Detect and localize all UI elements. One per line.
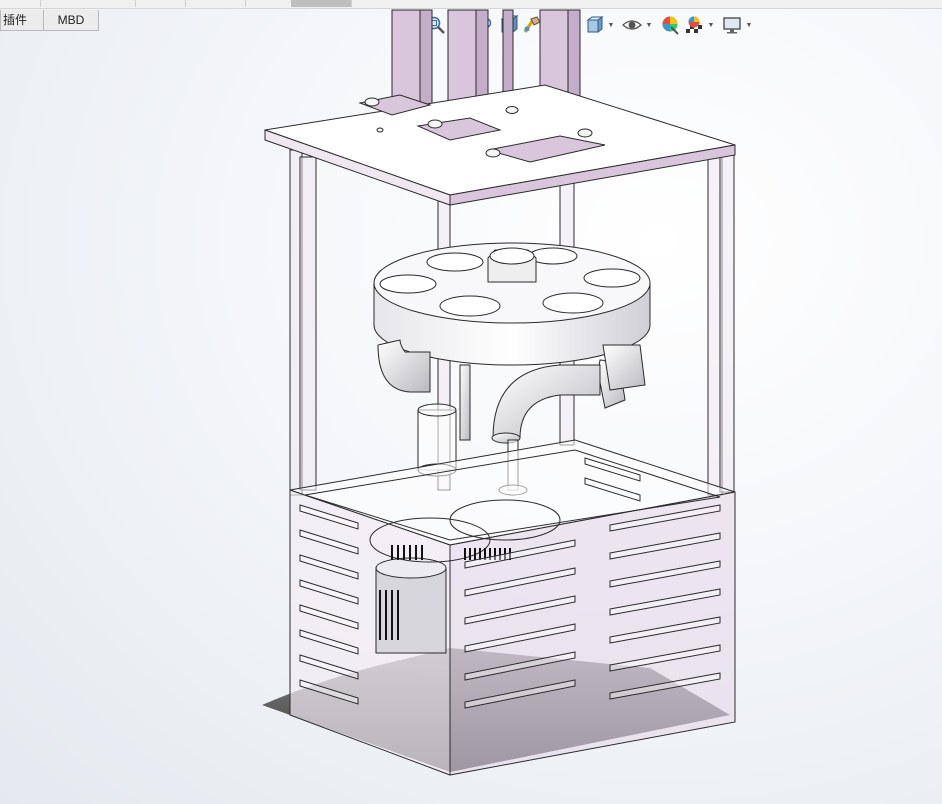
lower-enclosure [289, 439, 736, 776]
cad-assembly-model[interactable] [0, 0, 942, 804]
top-plate [264, 84, 736, 206]
